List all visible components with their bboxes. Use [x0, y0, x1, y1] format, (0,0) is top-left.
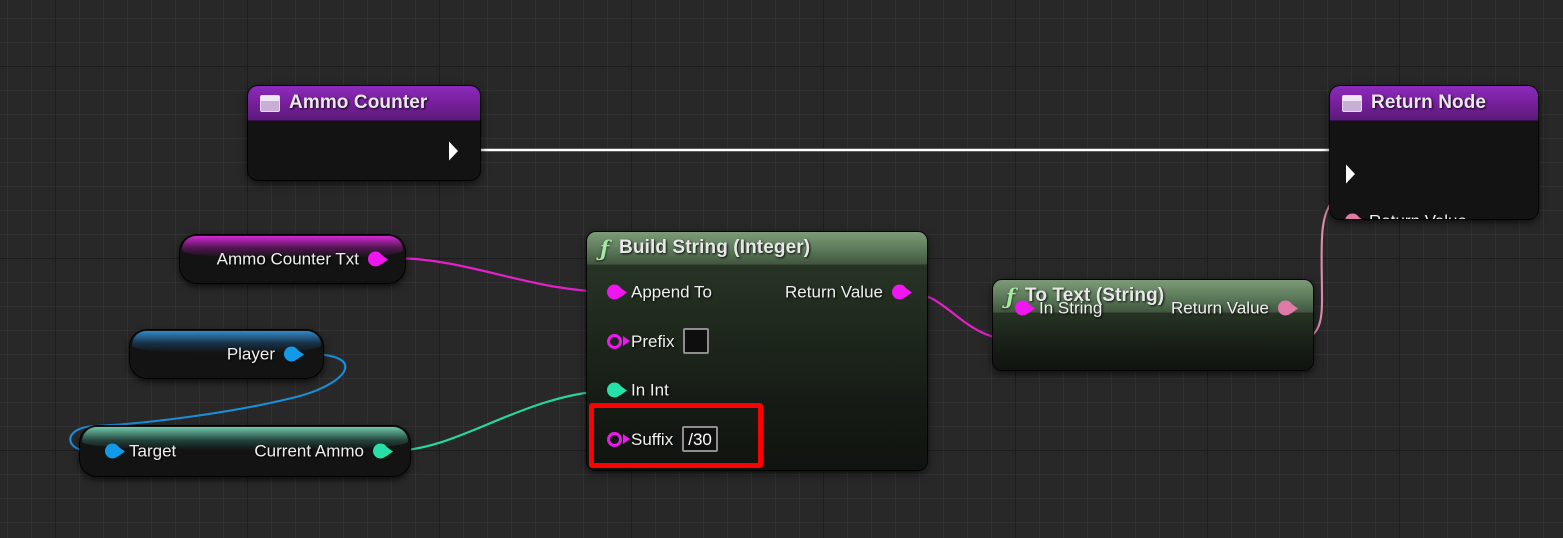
exec-out-pin-icon[interactable]	[447, 140, 465, 161]
variable-label: Player	[226, 344, 275, 364]
node-title: Return Node	[1371, 92, 1487, 113]
pin-row-return-value[interactable]: Return Value	[1345, 213, 1467, 220]
player-out-pin-icon[interactable]	[284, 346, 299, 362]
node-body: Return Value	[1330, 121, 1538, 219]
node-return[interactable]: Return Node Return Value	[1330, 86, 1538, 219]
prefix-value-input[interactable]	[683, 328, 710, 354]
pin-row-in-string[interactable]: In String	[1015, 300, 1102, 317]
target-pin-icon[interactable]	[105, 443, 120, 459]
pin-row-exec-in[interactable]	[1344, 164, 1362, 185]
pin-label: Suffix	[631, 429, 674, 449]
variable-label: Current Ammo	[254, 441, 364, 461]
pin-label: In Int	[631, 380, 669, 400]
in-int-pin-icon[interactable]	[607, 382, 622, 398]
ammo-counter-txt-out-pin-icon[interactable]	[368, 251, 383, 267]
pin-row-target[interactable]: Target	[105, 443, 176, 460]
blueprint-graph-canvas[interactable]: Ammo Counter Return Node ƒ Build String …	[0, 0, 1563, 538]
wire-ammo-counter-txt-to-append-to	[391, 256, 615, 294]
function-icon: ƒ	[1006, 283, 1016, 309]
pin-row-return-value[interactable]: Return Value	[1171, 300, 1293, 317]
pin-label: Prefix	[631, 331, 675, 351]
pin-label: Return Value	[1369, 213, 1467, 220]
variable-label: Ammo Counter Txt	[216, 249, 359, 269]
wire-current-ammo-to-in-int	[390, 388, 615, 453]
exec-in-pin-icon[interactable]	[1344, 164, 1362, 185]
node-header: Return Node	[1330, 86, 1538, 121]
return-value-pin-icon[interactable]	[892, 284, 907, 300]
pin-row-return-value[interactable]: Return Value	[785, 284, 907, 301]
node-header: Ammo Counter	[248, 86, 480, 121]
node-player-variable[interactable]: Player	[130, 330, 323, 378]
pin-row-current-ammo-out[interactable]: Current Ammo	[254, 443, 388, 460]
append-to-pin-icon[interactable]	[607, 284, 622, 300]
node-title: Ammo Counter	[289, 92, 428, 113]
node-body: Append To Return Value Prefix In Int Suf…	[587, 265, 927, 470]
node-body	[248, 121, 480, 180]
pin-label: Return Value	[785, 282, 883, 302]
return-value-pin-icon[interactable]	[1278, 300, 1293, 316]
node-body: In String Return Value	[993, 300, 1313, 370]
pin-label: Append To	[631, 282, 712, 302]
pin-label: Target	[129, 441, 177, 461]
current-ammo-out-pin-icon[interactable]	[373, 443, 388, 459]
pin-label: In String	[1039, 298, 1103, 318]
panel-icon	[260, 94, 280, 112]
suffix-value-input[interactable]: /30	[682, 426, 718, 452]
return-value-pin-icon[interactable]	[1345, 213, 1360, 219]
function-icon: ƒ	[600, 235, 610, 261]
prefix-pin-icon[interactable]	[607, 333, 622, 349]
pin-label: Return Value	[1171, 298, 1269, 318]
pin-row-prefix[interactable]: Prefix	[607, 328, 710, 354]
node-ammo-counter-txt-variable[interactable]: Ammo Counter Txt	[180, 235, 405, 283]
in-string-pin-icon[interactable]	[1015, 300, 1030, 316]
pin-row-player-out[interactable]: Player	[227, 346, 299, 363]
node-build-string-integer[interactable]: ƒ Build String (Integer) Append To Retur…	[587, 232, 927, 470]
pin-row-suffix[interactable]: Suffix /30	[607, 426, 718, 452]
panel-icon	[1342, 94, 1362, 112]
pin-row-ammo-counter-txt-out[interactable]: Ammo Counter Txt	[217, 251, 383, 268]
node-header: ƒ Build String (Integer)	[587, 232, 927, 265]
node-ammo-counter-event[interactable]: Ammo Counter	[248, 86, 480, 180]
node-to-text-string[interactable]: ƒ To Text (String) In String Return Valu…	[993, 280, 1313, 370]
pin-row-append-to[interactable]: Append To	[607, 284, 712, 301]
pin-row-in-int[interactable]: In Int	[607, 382, 669, 399]
suffix-pin-icon[interactable]	[607, 431, 622, 447]
node-current-ammo-getter[interactable]: Target Current Ammo	[80, 426, 410, 476]
pin-row-exec-out[interactable]	[447, 140, 465, 161]
node-title: Build String (Integer)	[619, 237, 811, 258]
